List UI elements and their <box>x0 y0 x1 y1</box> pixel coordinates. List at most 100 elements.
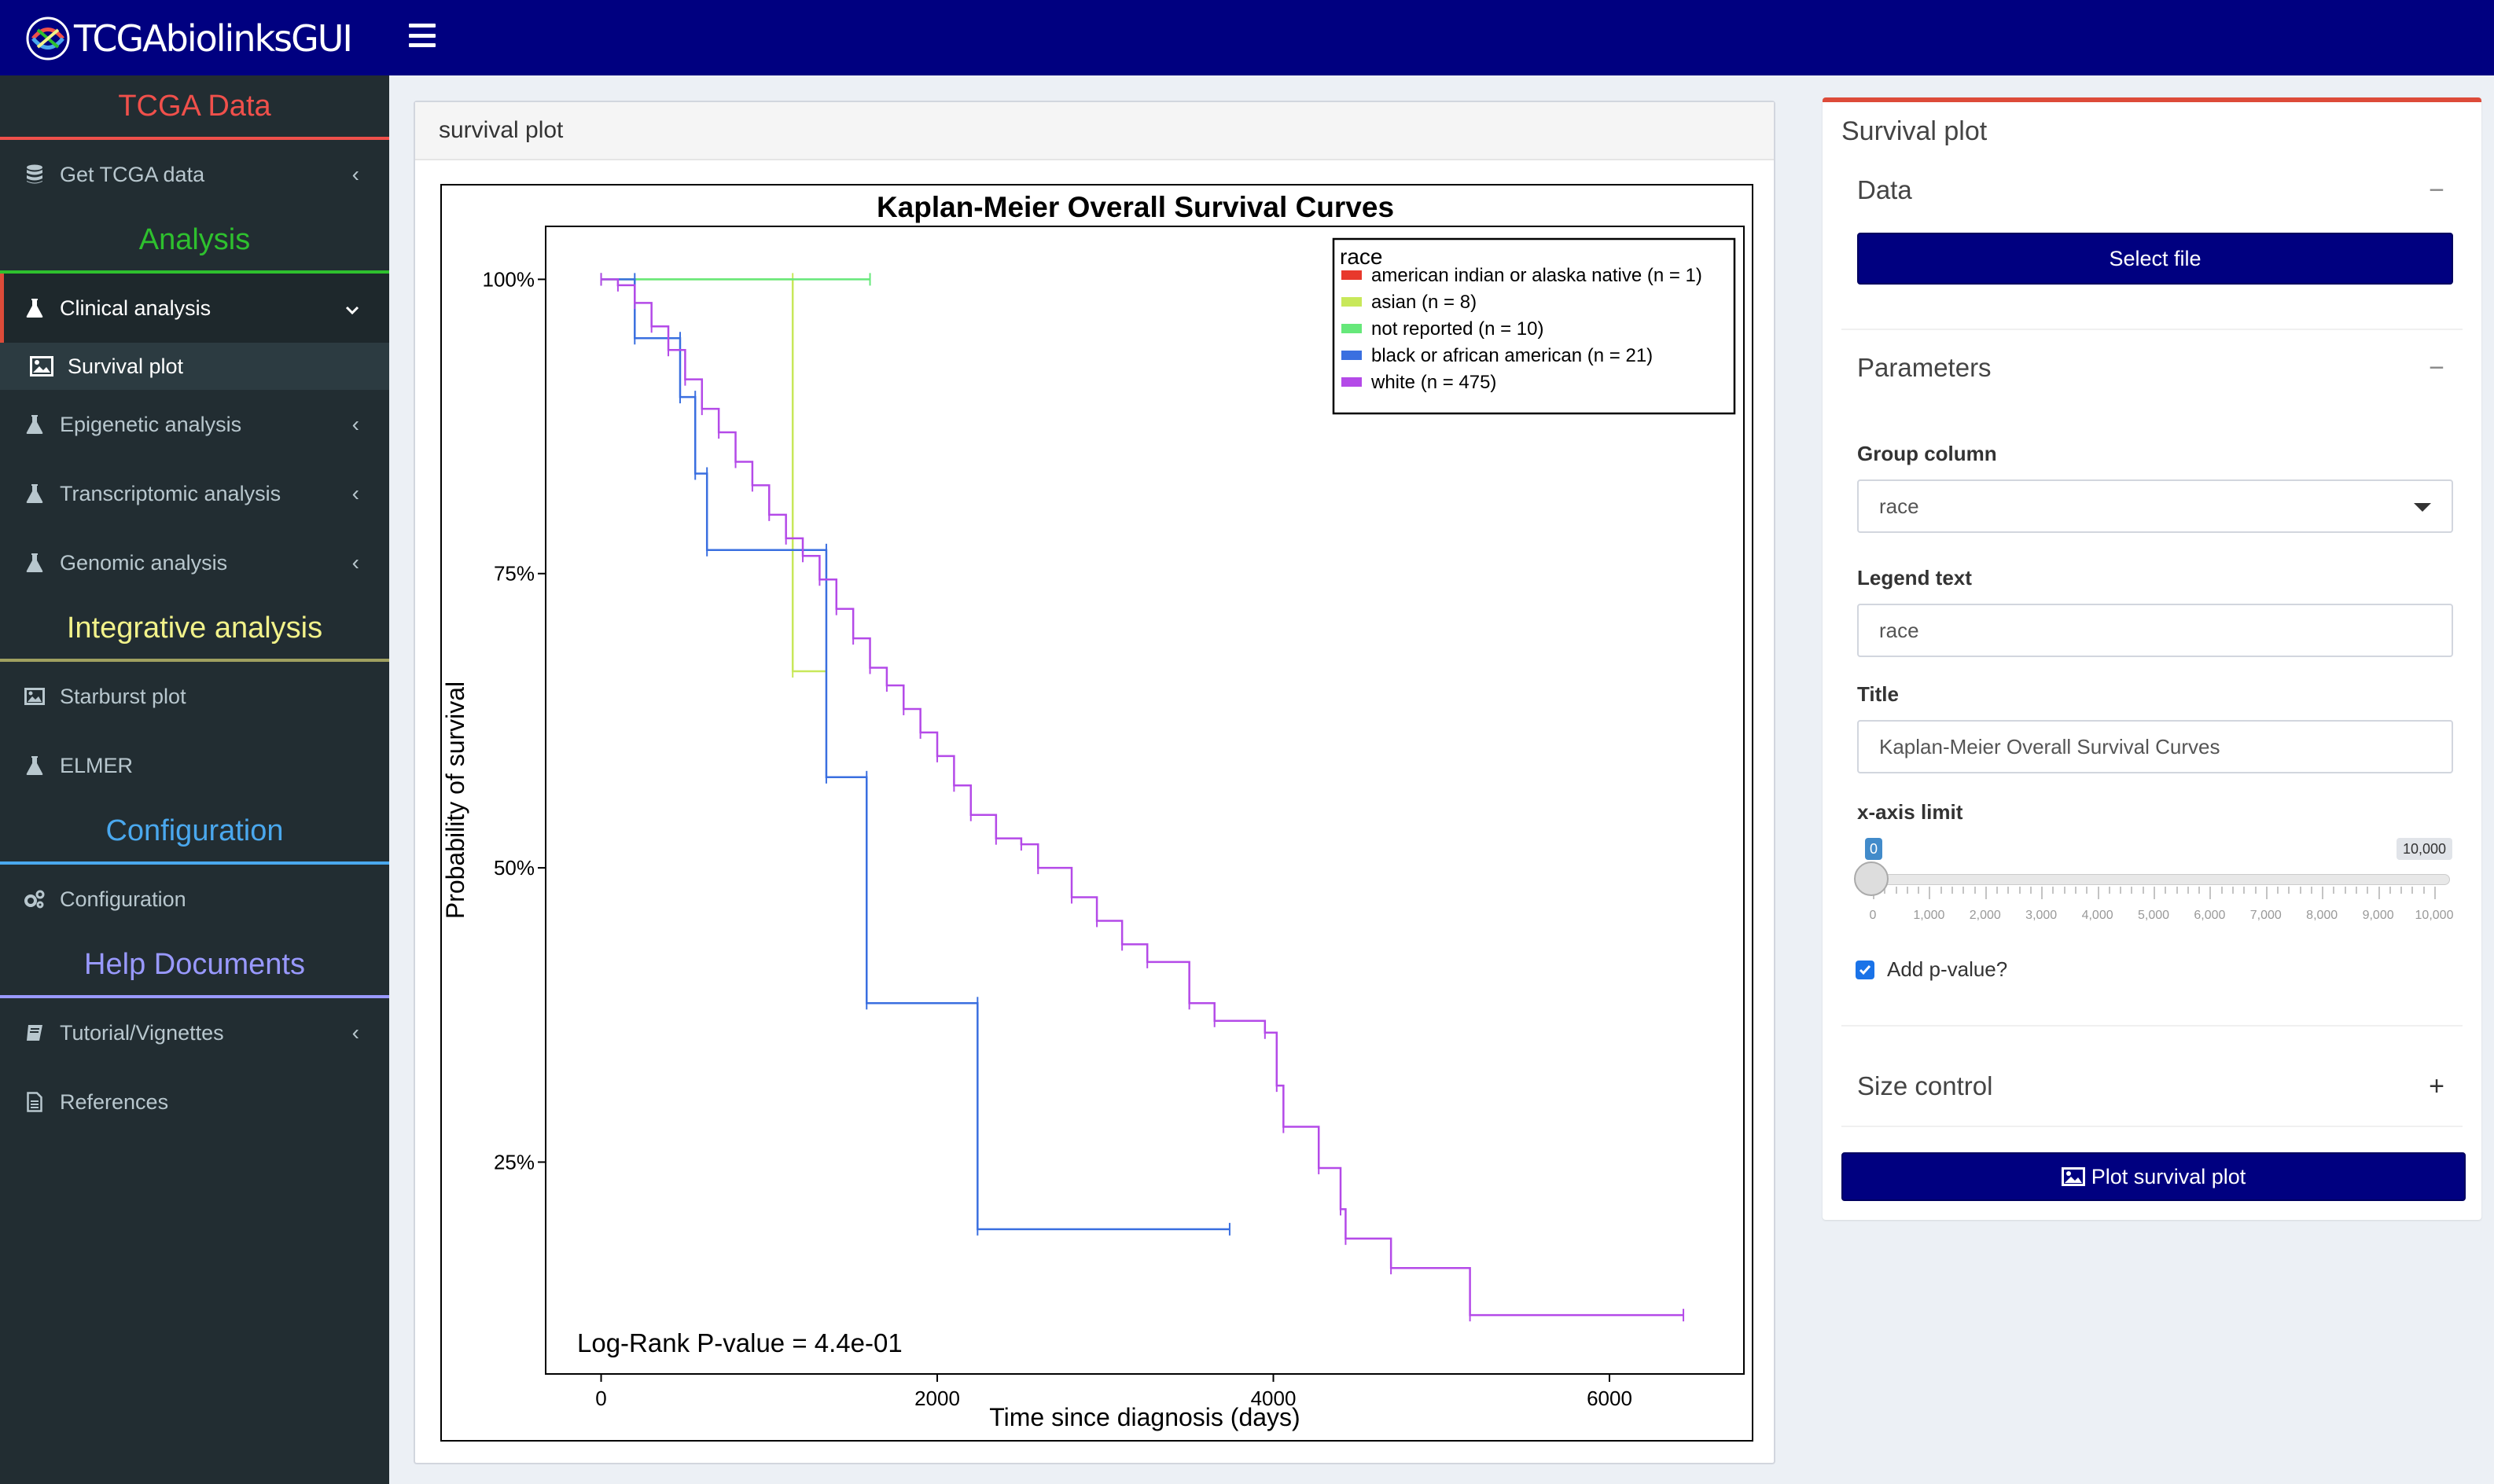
group-column-select[interactable]: race <box>1857 479 2453 533</box>
title-input[interactable]: Kaplan-Meier Overall Survival Curves <box>1857 720 2453 773</box>
data-box-header: Data − <box>1841 162 2463 219</box>
slider-tick <box>2165 887 2167 894</box>
slider-tick <box>2288 887 2290 894</box>
sidebar-item-genomic-analysis[interactable]: Genomic analysis ‹ <box>0 528 389 597</box>
slider-tick <box>1906 887 1908 894</box>
slider-tick <box>2007 887 2010 894</box>
slider-tick <box>2310 887 2312 894</box>
section-configuration: Configuration <box>0 800 389 865</box>
flask-icon <box>24 755 46 777</box>
plot-survival-label: Plot survival plot <box>2091 1164 2246 1188</box>
top-navbar: TCGAbiolinksGUI <box>0 0 2494 75</box>
chevron-left-icon: ‹ <box>351 412 359 436</box>
slider-tick <box>2344 887 2346 894</box>
sidebar-item-label: ELMER <box>60 753 134 777</box>
expand-plus-icon[interactable]: + <box>2426 1071 2447 1102</box>
sidebar: TCGA Data Get TCGA data ‹ Analysis Clini… <box>0 75 389 1484</box>
slider-tick <box>2333 887 2335 894</box>
add-pvalue-label: Add p-value? <box>1887 957 2008 981</box>
title-label: Title <box>1857 682 1899 706</box>
km-chart-svg: Kaplan-Meier Overall Survival Curves 25%… <box>440 184 1753 1442</box>
slider-tick <box>2400 887 2403 894</box>
sidebar-item-references[interactable]: References <box>0 1067 389 1137</box>
flask-icon <box>24 552 46 574</box>
sidebar-item-epigenetic-analysis[interactable]: Epigenetic analysis ‹ <box>0 390 389 459</box>
slider-tick-label: 7,000 <box>2249 909 2282 922</box>
sidebar-item-starburst-plot[interactable]: Starburst plot <box>0 662 389 731</box>
title-value: Kaplan-Meier Overall Survival Curves <box>1879 734 2220 759</box>
slider-tick-label: 3,000 <box>2025 909 2058 922</box>
slider-tick-label: 10,000 <box>2415 909 2454 922</box>
collapse-minus-icon[interactable]: − <box>2426 175 2447 206</box>
slider-handle[interactable] <box>1854 861 1889 896</box>
legend-text-label: Legend text <box>1857 566 1972 590</box>
sidebar-item-label: Starburst plot <box>60 684 186 708</box>
sidebar-item-tutorial-vignettes[interactable]: Tutorial/Vignettes ‹ <box>0 998 389 1067</box>
brand[interactable]: TCGAbiolinksGUI <box>24 14 353 63</box>
slider-tick <box>1985 887 1987 899</box>
sidebar-item-label: Transcriptomic analysis <box>60 481 281 505</box>
sidebar-item-label: Get TCGA data <box>60 162 205 186</box>
legend-text-value: race <box>1879 618 1919 642</box>
pvalue-annotation: Log-Rank P-value = 4.4e-01 <box>577 1328 903 1357</box>
section-analysis: Analysis <box>0 209 389 274</box>
flask-icon <box>24 297 46 319</box>
slider-tick-label: 4,000 <box>2081 909 2113 922</box>
plot-survival-button[interactable]: Plot survival plot <box>1841 1152 2466 1201</box>
x-tick-label: 0 <box>595 1387 606 1410</box>
size-control-header: Size control + <box>1841 1058 2463 1115</box>
legend-entry: not reported (n = 10) <box>1371 318 1543 340</box>
hamburger-icon[interactable] <box>409 24 436 47</box>
check-icon <box>1859 965 1871 975</box>
slider-tick <box>1996 887 1999 894</box>
slider-tick <box>2209 887 2212 899</box>
slider-tick-label: 0 <box>1869 909 1877 922</box>
section-tcga-data: TCGA Data <box>0 75 389 140</box>
sidebar-item-label: References <box>60 1089 169 1114</box>
section-title: Analysis <box>138 222 251 256</box>
brand-name: TCGAbiolinksGUI <box>74 17 353 60</box>
sidebar-item-clinical-analysis[interactable]: Clinical analysis <box>0 274 389 343</box>
sidebar-item-elmer[interactable]: ELMER <box>0 731 389 800</box>
flask-icon <box>24 483 46 505</box>
slider-tick <box>2299 887 2301 894</box>
gears-icon <box>24 888 46 910</box>
slider-tick <box>2187 887 2189 894</box>
divider <box>1841 1126 2463 1127</box>
sidebar-item-transcriptomic-analysis[interactable]: Transcriptomic analysis ‹ <box>0 459 389 528</box>
slider-tick <box>2243 887 2246 894</box>
caret-down-icon <box>2414 503 2431 512</box>
sidebar-item-get-tcga-data[interactable]: Get TCGA data ‹ <box>0 140 389 209</box>
survival-plot-box: survival plot Kaplan-Meier Overall Survi… <box>414 101 1775 1464</box>
sidebar-item-survival-plot[interactable]: Survival plot <box>0 343 389 390</box>
slider-tick <box>2422 887 2425 894</box>
select-file-button[interactable]: Select file <box>1857 233 2453 285</box>
divider <box>1841 1025 2463 1027</box>
group-column-value: race <box>1879 494 1919 518</box>
parameters-title: Parameters <box>1857 353 1992 382</box>
y-tick-label: 100% <box>483 267 535 291</box>
slider-tick <box>2434 887 2436 899</box>
divider <box>1841 329 2463 330</box>
x-tick-label: 2000 <box>914 1387 960 1410</box>
collapse-minus-icon[interactable]: − <box>2426 353 2447 384</box>
slider-tick <box>2231 887 2234 894</box>
slider-tick <box>2378 887 2380 899</box>
panel-title: Survival plot <box>1841 116 1988 146</box>
slider-tick <box>2154 887 2155 899</box>
legend-swatch <box>1341 351 1362 360</box>
legend-entry: black or african american (n = 21) <box>1371 345 1653 366</box>
legend-entry: asian (n = 8) <box>1371 292 1477 313</box>
database-icon <box>24 163 46 186</box>
slider-tick <box>2254 887 2257 894</box>
add-pvalue-checkbox[interactable] <box>1856 961 1874 979</box>
legend-text-input[interactable]: race <box>1857 604 2453 657</box>
slider-tick <box>1918 887 1920 894</box>
x-axis-limit-slider-track[interactable] <box>1857 874 2450 885</box>
slider-tick <box>2108 887 2110 894</box>
sidebar-item-configuration[interactable]: Configuration <box>0 865 389 934</box>
slider-tick-label: 8,000 <box>2306 909 2338 922</box>
x-tick-label: 6000 <box>1587 1387 1632 1410</box>
y-tick-label: 75% <box>494 562 535 586</box>
section-title: Configuration <box>105 814 284 847</box>
